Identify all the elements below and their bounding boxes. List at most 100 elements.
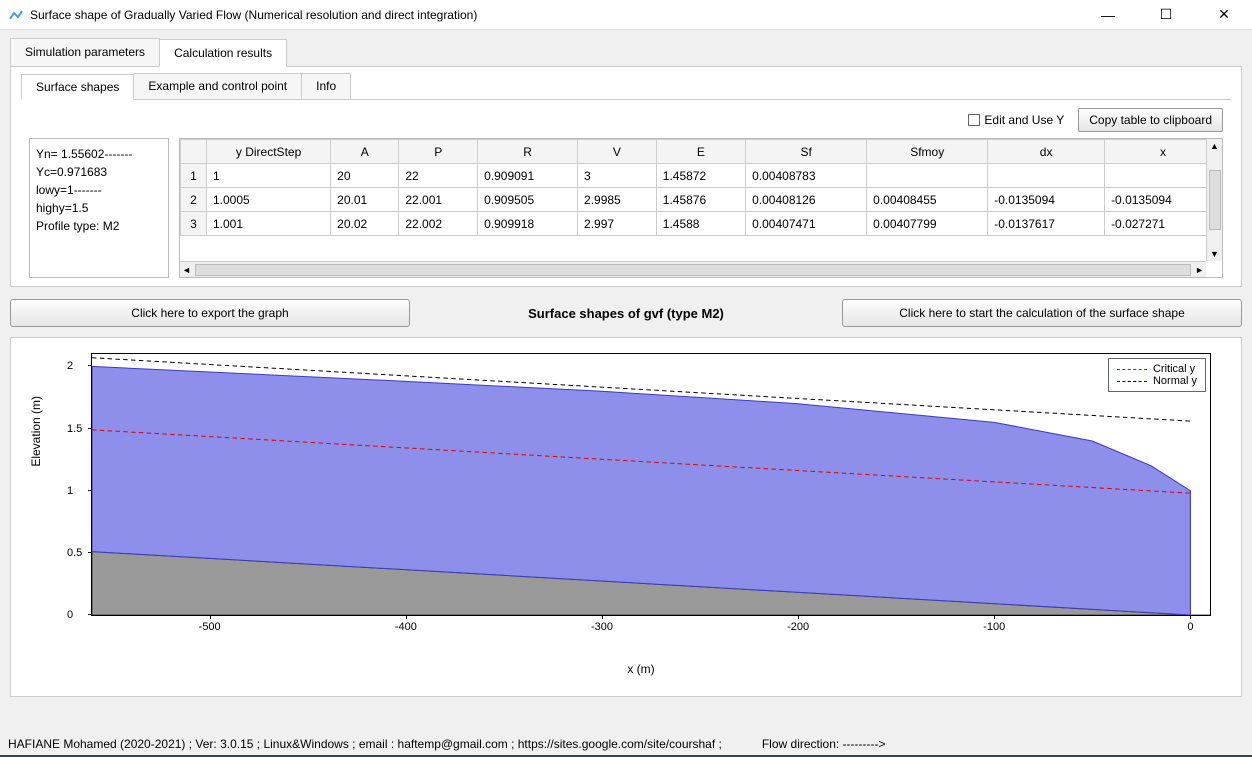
scroll-thumb[interactable] — [1209, 170, 1221, 230]
info-box: Yn= 1.55602------- Yc=0.971683 lowy=1---… — [29, 138, 169, 278]
legend-label: Normal y — [1153, 375, 1197, 387]
legend-line-normal — [1117, 381, 1147, 382]
table-cell[interactable]: 22.002 — [399, 212, 478, 236]
table-cell[interactable] — [988, 164, 1105, 188]
scroll-up-icon[interactable]: ▲ — [1208, 139, 1221, 153]
table-cell[interactable]: -0.0137617 — [988, 212, 1105, 236]
table-toolbar: Edit and Use Y Copy table to clipboard — [11, 100, 1241, 138]
table-row[interactable]: 1120220.90909131.458720.00408783 — [181, 164, 1222, 188]
col-header[interactable]: E — [656, 140, 745, 164]
y-tick: 0 — [67, 609, 73, 621]
col-header[interactable]: y DirectStep — [207, 140, 331, 164]
table-cell[interactable]: 20.01 — [331, 188, 399, 212]
minimize-button[interactable]: — — [1088, 1, 1128, 29]
subtab-example-control-point[interactable]: Example and control point — [133, 73, 302, 99]
table-row[interactable]: 21.000520.0122.0010.9095052.99851.458760… — [181, 188, 1222, 212]
results-panel: Surface shapes Example and control point… — [10, 67, 1242, 287]
x-tick: 0 — [1187, 621, 1193, 633]
col-header[interactable]: x — [1105, 140, 1222, 164]
table-cell[interactable]: 0.00408126 — [746, 188, 867, 212]
table-cell[interactable] — [867, 164, 988, 188]
table-cell[interactable]: -0.0135094 — [1105, 188, 1222, 212]
table-cell[interactable]: 20.02 — [331, 212, 399, 236]
table-cell[interactable]: 1.45876 — [656, 188, 745, 212]
info-line: highy=1.5 — [36, 199, 162, 217]
table-cell[interactable]: 22.001 — [399, 188, 478, 212]
chart-title: Surface shapes of gvf (type M2) — [420, 306, 832, 321]
tab-simulation-parameters[interactable]: Simulation parameters — [10, 38, 160, 66]
y-tick: 0.5 — [67, 547, 82, 559]
table-cell[interactable]: 22 — [399, 164, 478, 188]
col-header[interactable]: Sf — [746, 140, 867, 164]
table-cell[interactable]: 2.9985 — [578, 188, 657, 212]
table-cell[interactable]: 0.909918 — [478, 212, 578, 236]
results-table[interactable]: y DirectStep A P R V E Sf Sfmoy dx x 112… — [180, 139, 1222, 236]
maximize-button[interactable]: ☐ — [1146, 1, 1186, 29]
checkbox-icon — [968, 114, 980, 126]
y-axis-label: Elevation (m) — [29, 395, 43, 466]
info-line: Profile type: M2 — [36, 217, 162, 235]
x-axis-label: x (m) — [627, 662, 654, 676]
table-cell[interactable] — [1105, 164, 1222, 188]
titlebar: Surface shape of Gradually Varied Flow (… — [0, 0, 1252, 30]
chart-toolbar: Click here to export the graph Surface s… — [10, 299, 1242, 327]
table-cell[interactable]: 1.0005 — [207, 188, 331, 212]
scroll-left-icon[interactable]: ◄ — [180, 263, 193, 277]
table-cell[interactable]: 3 — [578, 164, 657, 188]
table-cell[interactable]: 0.00408783 — [746, 164, 867, 188]
x-tick: -200 — [787, 621, 809, 633]
tab-calculation-results[interactable]: Calculation results — [159, 39, 287, 67]
info-line: Yc=0.971683 — [36, 163, 162, 181]
scroll-down-icon[interactable]: ▼ — [1208, 247, 1221, 261]
table-cell[interactable]: 0.909091 — [478, 164, 578, 188]
col-header[interactable]: P — [399, 140, 478, 164]
table-cell[interactable]: 0.909505 — [478, 188, 578, 212]
info-line: lowy=1------- — [36, 181, 162, 199]
col-header[interactable]: A — [331, 140, 399, 164]
subtab-surface-shapes[interactable]: Surface shapes — [21, 74, 134, 100]
scroll-right-icon[interactable]: ► — [1193, 263, 1206, 277]
y-tick: 1 — [67, 485, 73, 497]
table-cell[interactable]: 1.001 — [207, 212, 331, 236]
plot-area[interactable]: Critical y Normal y 00.511.52-500-400-30… — [91, 353, 1211, 616]
table-cell[interactable]: 1 — [181, 164, 207, 188]
x-tick: -100 — [983, 621, 1005, 633]
legend-label: Critical y — [1153, 363, 1195, 375]
status-right: Flow direction: ---------> — [762, 737, 886, 751]
edit-use-y-checkbox[interactable]: Edit and Use Y — [968, 113, 1064, 127]
table-cell[interactable]: -0.027271 — [1105, 212, 1222, 236]
start-calculation-button[interactable]: Click here to start the calculation of t… — [842, 299, 1242, 327]
vertical-scrollbar[interactable]: ▲ ▼ — [1206, 139, 1222, 261]
copy-table-button[interactable]: Copy table to clipboard — [1078, 108, 1223, 132]
table-cell[interactable]: 2 — [181, 188, 207, 212]
y-tick: 2 — [67, 360, 73, 372]
table-cell[interactable]: -0.0135094 — [988, 188, 1105, 212]
table-cell[interactable]: 1 — [207, 164, 331, 188]
chart-panel: Elevation (m) Critical y Normal y 00.511… — [10, 337, 1242, 697]
subtab-info[interactable]: Info — [301, 73, 351, 99]
table-cell[interactable]: 1.4588 — [656, 212, 745, 236]
table-cell[interactable]: 0.00408455 — [867, 188, 988, 212]
table-cell[interactable]: 1.45872 — [656, 164, 745, 188]
table-cell[interactable]: 20 — [331, 164, 399, 188]
col-header[interactable]: Sfmoy — [867, 140, 988, 164]
table-cell[interactable]: 0.00407471 — [746, 212, 867, 236]
chart-area: Elevation (m) Critical y Normal y 00.511… — [61, 353, 1221, 636]
chart-svg — [92, 354, 1210, 615]
window-buttons: — ☐ ✕ — [1088, 1, 1244, 29]
table-cell[interactable]: 0.00407799 — [867, 212, 988, 236]
table-row[interactable]: 31.00120.0222.0020.9099182.9971.45880.00… — [181, 212, 1222, 236]
window-title: Surface shape of Gradually Varied Flow (… — [30, 8, 1088, 22]
close-button[interactable]: ✕ — [1204, 1, 1244, 29]
col-header[interactable]: dx — [988, 140, 1105, 164]
col-header[interactable]: V — [578, 140, 657, 164]
col-header[interactable]: R — [478, 140, 578, 164]
x-tick: -300 — [591, 621, 613, 633]
horizontal-scrollbar[interactable]: ◄ ► — [180, 261, 1206, 277]
table-cell[interactable]: 3 — [181, 212, 207, 236]
main-tabs: Simulation parameters Calculation result… — [10, 38, 1242, 67]
table-cell[interactable]: 2.997 — [578, 212, 657, 236]
scroll-thumb[interactable] — [195, 264, 1191, 276]
results-table-wrap: y DirectStep A P R V E Sf Sfmoy dx x 112… — [179, 138, 1223, 278]
export-graph-button[interactable]: Click here to export the graph — [10, 299, 410, 327]
